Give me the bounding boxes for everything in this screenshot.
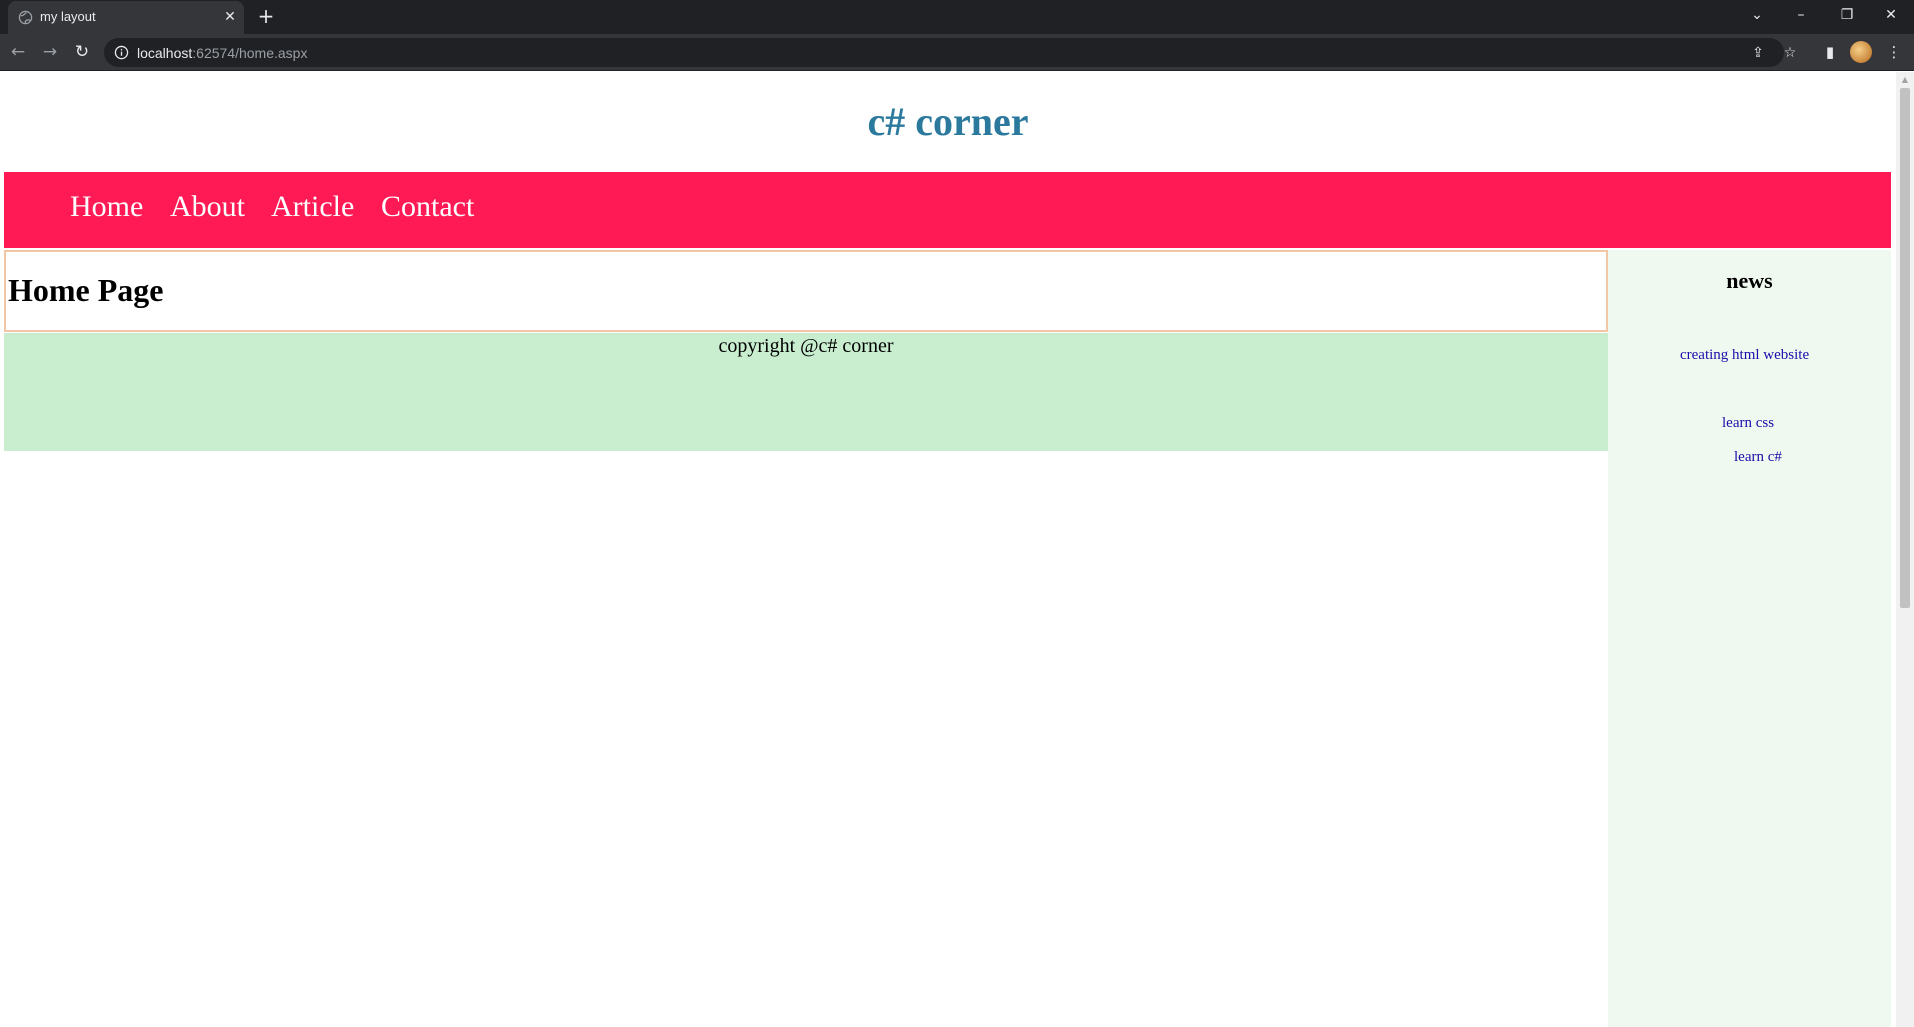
- page-scrollbar[interactable]: ▲: [1896, 72, 1914, 1027]
- globe-icon: [18, 10, 33, 25]
- restore-icon[interactable]: ❐: [1824, 0, 1870, 30]
- tab-title: my layout: [40, 9, 96, 24]
- browser-toolbar: ← → ↻ localhost:62574/home.aspx ⇪ ☆ ▮ ⋮: [0, 34, 1914, 71]
- nav-link-article[interactable]: Article: [271, 190, 354, 224]
- url-text: localhost:62574/home.aspx: [137, 45, 307, 61]
- site-info-icon[interactable]: [114, 45, 129, 60]
- nav-link-about[interactable]: About: [170, 190, 245, 224]
- browser-tab-strip: my layout ✕ + ⌄ – ❐ ✕: [0, 0, 1914, 34]
- browser-tab[interactable]: my layout ✕: [8, 1, 244, 34]
- url-path: :62574/home.aspx: [192, 45, 308, 61]
- footer-copyright: copyright @c# corner: [718, 335, 894, 357]
- page-heading: Home Page: [8, 272, 164, 308]
- page-viewport: c# corner Home About Article Contact Hom…: [0, 72, 1914, 1027]
- bookmark-star-icon[interactable]: ☆: [1780, 43, 1800, 63]
- scroll-up-arrow-icon[interactable]: ▲: [1896, 74, 1914, 86]
- main-content: Home Page: [4, 250, 1608, 332]
- main-navbar: Home About Article Contact: [4, 172, 1891, 248]
- tab-search-chevron-icon[interactable]: ⌄: [1734, 0, 1780, 30]
- back-arrow-icon[interactable]: ←: [5, 39, 31, 65]
- address-bar[interactable]: localhost:62574/home.aspx ⇪ ☆: [104, 38, 1796, 67]
- minimize-icon[interactable]: –: [1778, 0, 1824, 30]
- news-link-csharp[interactable]: learn c#: [1734, 449, 1782, 466]
- tab-close-icon[interactable]: ✕: [220, 7, 240, 27]
- share-icon[interactable]: ⇪: [1748, 43, 1768, 63]
- news-title: news: [1726, 268, 1773, 293]
- scrollbar-thumb[interactable]: [1900, 88, 1910, 608]
- forward-arrow-icon[interactable]: →: [37, 39, 63, 65]
- new-tab-plus-icon[interactable]: +: [254, 5, 278, 29]
- url-host: localhost: [137, 45, 193, 61]
- site-title: c# corner: [867, 99, 1029, 144]
- nav-link-contact[interactable]: Contact: [381, 190, 474, 224]
- browser-menu-icon[interactable]: ⋮: [1882, 40, 1906, 64]
- footer: copyright @c# corner: [4, 333, 1608, 451]
- profile-avatar[interactable]: [1850, 41, 1872, 63]
- news-link-css[interactable]: learn css: [1722, 415, 1774, 432]
- news-sidebar: news creating html website learn css lea…: [1608, 250, 1891, 1027]
- window-close-icon[interactable]: ✕: [1868, 0, 1914, 30]
- news-link-html[interactable]: creating html website: [1680, 347, 1809, 364]
- reload-icon[interactable]: ↻: [69, 39, 95, 65]
- nav-link-home[interactable]: Home: [70, 190, 143, 224]
- side-panel-icon[interactable]: ▮: [1818, 40, 1842, 64]
